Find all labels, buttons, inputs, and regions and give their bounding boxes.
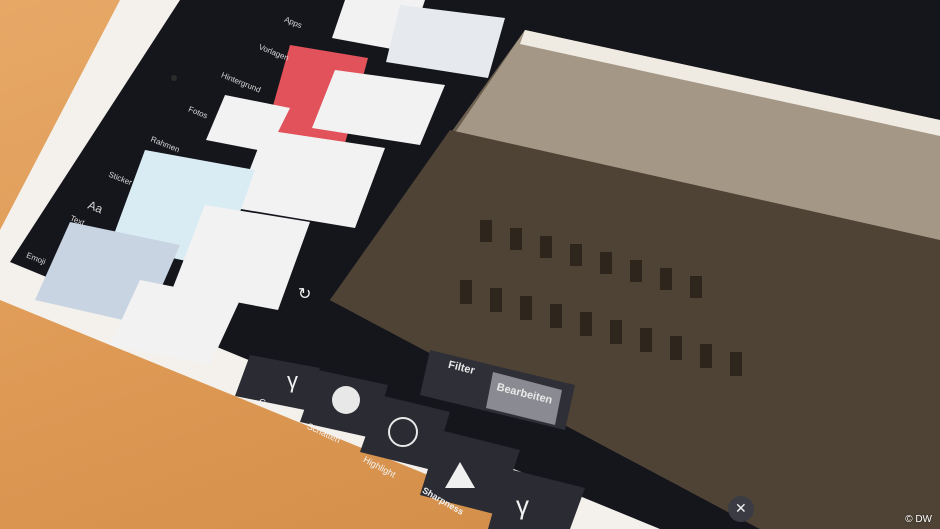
photo-credit: © DW	[905, 514, 932, 525]
tool-gamma-glyph-2[interactable]: γ	[516, 490, 529, 521]
rotate-icon[interactable]: ↻	[298, 284, 311, 304]
close-icon[interactable]: ✕	[735, 500, 747, 517]
tool-gamma-glyph[interactable]: γ	[287, 368, 298, 394]
tablet-screen: Apps Vorlagen Hintergrund Fotos Rahmen S…	[0, 0, 940, 529]
